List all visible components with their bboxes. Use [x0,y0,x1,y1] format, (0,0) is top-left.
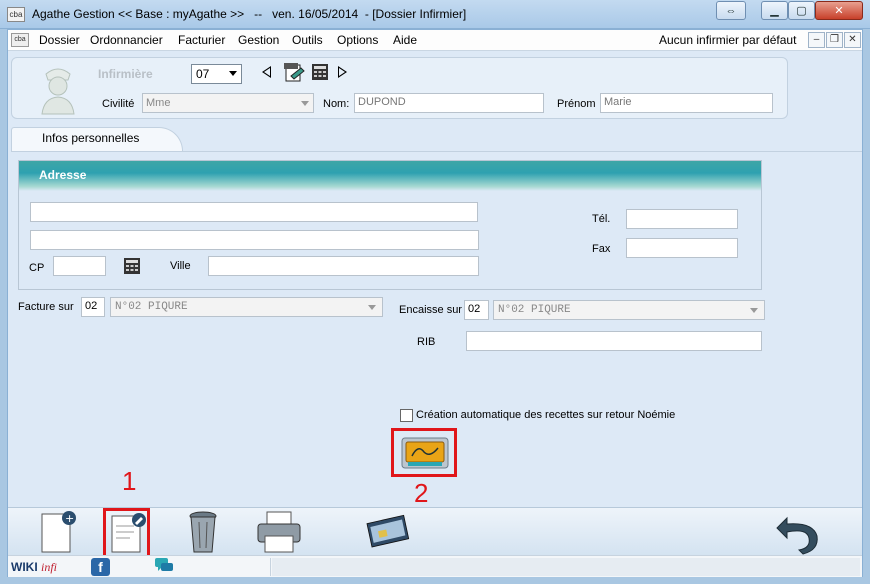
phone-field[interactable] [626,209,738,229]
chevron-down-icon [368,305,376,310]
status-bar: WIKI infi f [8,555,862,577]
calculator-icon[interactable] [311,63,329,81]
invoice-on-label: Facture sur [18,301,74,313]
cash-on-label: Encaisse sur [399,304,462,316]
invoice-account-value: N°02 PIQURE [115,301,188,313]
nurse-label: Infirmière [98,67,153,81]
maximize-button[interactable]: ▢ [788,1,815,20]
rib-label: RIB [417,336,436,348]
invoice-code-field[interactable]: 02 [81,297,105,317]
last-name-field[interactable]: DUPOND [354,93,544,113]
cash-account-value: N°02 PIQURE [498,304,571,316]
last-name-label: Nom: [323,98,350,110]
phone-label: Tél. [592,213,611,225]
chevron-down-icon [750,308,758,313]
menu-outils[interactable]: Outils [292,33,323,47]
address-panel: Adresse CP Ville Tél. Fax [18,160,762,290]
chevron-down-icon [229,71,237,76]
tab-infos-personnelles[interactable]: Infos personnelles [11,127,183,151]
svg-text:+: + [65,512,74,525]
cash-code-field[interactable]: 02 [464,300,489,320]
address-header: Adresse [19,161,761,191]
first-name-label: Prénom [557,98,596,110]
doc-minimize-button[interactable]: – [808,32,825,48]
address-title: Adresse [39,168,87,182]
city-label: Ville [170,260,191,272]
auto-recettes-checkbox[interactable] [400,409,413,422]
postal-code-field[interactable] [53,256,106,276]
cash-account-select[interactable]: N°02 PIQURE [493,300,765,320]
highlight-box-2 [391,428,457,477]
tab-divider [11,151,862,152]
vitale-card-button[interactable] [362,508,412,556]
fax-field[interactable] [626,238,738,258]
previous-arrow-icon[interactable] [262,66,271,78]
new-document-button[interactable]: + [30,508,80,556]
highlight-box-1 [103,508,150,558]
menu-dossier[interactable]: Dossier [39,33,80,47]
annotation-number-2: 2 [414,478,429,508]
status-separator [270,558,271,576]
edit-record-icon[interactable] [283,62,305,84]
civility-value: Mme [146,97,171,109]
wiki-text: WIKI [11,560,38,574]
nurse-avatar-icon [41,68,75,115]
resize-arrows-button[interactable]: ⇔ [716,1,746,20]
doc-close-button[interactable]: ✕ [844,32,861,48]
trash-button[interactable] [178,508,228,556]
minimize-button[interactable]: ▁ [761,1,788,20]
menu-gestion[interactable]: Gestion [238,33,279,47]
menu-options[interactable]: Options [337,33,378,47]
invoice-account-select[interactable]: N°02 PIQURE [110,297,383,317]
civility-select[interactable]: Mme [142,93,314,113]
menu-facturier[interactable]: Facturier [178,33,225,47]
address-line1-field[interactable] [30,202,478,222]
facebook-icon[interactable]: f [91,558,110,576]
next-arrow-icon[interactable] [338,66,347,78]
auto-recettes-label: Création automatique des recettes sur re… [416,409,676,421]
nurse-number-value: 07 [196,67,210,81]
close-icon: ✕ [834,5,844,17]
city-field[interactable] [208,256,479,276]
address-line2-field[interactable] [30,230,479,250]
window-titlebar[interactable]: cba Agathe Gestion << Base : myAgathe >>… [0,0,870,29]
maximize-icon: ▢ [796,5,807,17]
nurse-header: Infirmière 07 Civilité Mme Nom: DUPOND P… [11,57,788,119]
doc-restore-button[interactable]: ❐ [826,32,843,48]
fax-label: Fax [592,243,611,255]
window-title: Agathe Gestion << Base : myAgathe >> -- … [32,7,467,21]
back-button[interactable] [773,508,823,556]
calculator-icon[interactable] [123,257,141,275]
nurse-number-select[interactable]: 07 [191,64,242,84]
menu-bar: cba Dossier Ordonnancier Facturier Gesti… [8,30,862,51]
chevron-down-icon [301,101,309,106]
first-name-field[interactable]: Marie [600,93,773,113]
menu-ordonnancier[interactable]: Ordonnancier [90,33,163,47]
annotation-number-1: 1 [122,466,137,496]
default-nurse-status: Aucun infirmier par défaut [659,33,797,47]
postal-code-label: CP [29,262,45,274]
chat-icon[interactable] [154,557,174,575]
minimize-icon: ▁ [770,5,779,17]
close-button[interactable]: ✕ [815,1,863,20]
status-message-area [272,558,860,576]
rib-field[interactable] [466,331,762,351]
client-area: cba Dossier Ordonnancier Facturier Gesti… [7,29,863,577]
double-arrow-icon: ⇔ [725,4,737,17]
document-icon[interactable]: cba [11,33,29,47]
app-icon[interactable]: cba [7,7,25,22]
print-button[interactable] [254,508,304,556]
menu-aide[interactable]: Aide [393,33,417,47]
wiki-suffix: infi [41,560,58,574]
civility-label: Civilité [102,98,135,110]
wiki-infi-link[interactable]: WIKI infi [11,560,57,575]
